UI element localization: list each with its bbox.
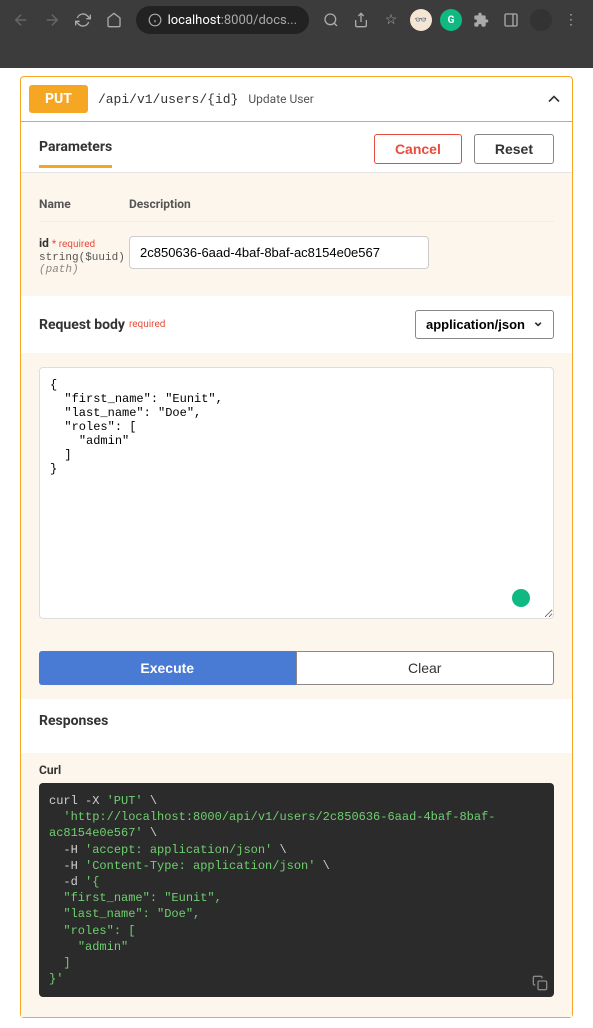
sidepanel-icon[interactable] [497, 6, 525, 34]
responses-title: Responses [39, 713, 554, 739]
action-buttons: Execute Clear [21, 637, 572, 699]
extension-icon-1[interactable]: 👓 [410, 9, 432, 31]
grammarly-icon[interactable] [512, 589, 530, 607]
url-host: localhost [168, 13, 221, 28]
operation-header[interactable]: PUT /api/v1/users/{id} Update User [21, 77, 572, 121]
http-method-badge: PUT [29, 85, 88, 113]
endpoint-summary: Update User [248, 92, 313, 106]
clear-button[interactable]: Clear [296, 651, 555, 685]
parameter-required-label: * required [52, 239, 95, 250]
grammarly-extension-icon[interactable]: G [440, 9, 462, 31]
operation-body: Parameters Cancel Reset Name Description… [21, 121, 572, 1017]
forward-button[interactable] [39, 6, 66, 34]
cancel-button[interactable]: Cancel [374, 134, 462, 164]
parameters-title: Parameters [39, 139, 112, 168]
curl-label: Curl [39, 753, 554, 783]
url-bar[interactable]: localhost:8000/docs... [136, 6, 309, 34]
profile-avatar[interactable] [530, 9, 552, 31]
parameters-table: Name Description id * required string($u… [21, 187, 572, 296]
request-body-textarea[interactable] [39, 367, 554, 619]
curl-section: Curl curl -X 'PUT' \ 'http://localhost:8… [21, 753, 572, 1017]
request-body-title: Request body [39, 317, 125, 333]
swagger-container: PUT /api/v1/users/{id} Update User Param… [0, 68, 593, 1026]
request-body-editor-wrap [21, 353, 572, 637]
reload-button[interactable] [70, 6, 97, 34]
parameter-value-input[interactable] [129, 236, 429, 269]
bookmark-star-icon[interactable]: ☆ [377, 6, 405, 34]
request-body-required-label: required [129, 319, 165, 330]
content-type-select[interactable]: application/json [415, 310, 554, 339]
zoom-icon[interactable] [317, 6, 345, 34]
parameters-header: Parameters Cancel Reset [21, 122, 572, 172]
column-description-header: Description [129, 197, 554, 211]
parameter-location: (path) [39, 264, 129, 276]
url-port: :8000 [221, 13, 253, 28]
back-button[interactable] [8, 6, 35, 34]
operation-block: PUT /api/v1/users/{id} Update User Param… [20, 76, 573, 1018]
browser-chrome: localhost:8000/docs... ☆ 👓 G ⋮ [0, 0, 593, 68]
parameters-table-head: Name Description [39, 187, 554, 222]
curl-command-block[interactable]: curl -X 'PUT' \ 'http://localhost:8000/a… [39, 783, 554, 997]
reset-button[interactable]: Reset [474, 134, 554, 164]
browser-toolbar: localhost:8000/docs... ☆ 👓 G ⋮ [0, 0, 593, 40]
parameter-name: id [39, 236, 49, 250]
copy-icon[interactable] [532, 975, 548, 991]
parameter-row: id * required string($uuid) (path) [39, 236, 554, 276]
parameter-type: string($uuid) [39, 252, 129, 264]
info-icon [148, 13, 162, 27]
column-name-header: Name [39, 197, 129, 211]
extensions-icon[interactable] [467, 6, 495, 34]
chevron-up-icon[interactable] [544, 89, 564, 109]
parameter-name-cell: id * required string($uuid) (path) [39, 236, 129, 276]
url-path: /docs... [253, 13, 297, 28]
home-button[interactable] [101, 6, 128, 34]
request-body-header: Request body required application/json [21, 296, 572, 353]
execute-button[interactable]: Execute [39, 651, 296, 685]
share-icon[interactable] [347, 6, 375, 34]
endpoint-path: /api/v1/users/{id} [98, 92, 238, 107]
responses-header: Responses [21, 699, 572, 753]
browser-menu-icon[interactable]: ⋮ [557, 6, 585, 34]
